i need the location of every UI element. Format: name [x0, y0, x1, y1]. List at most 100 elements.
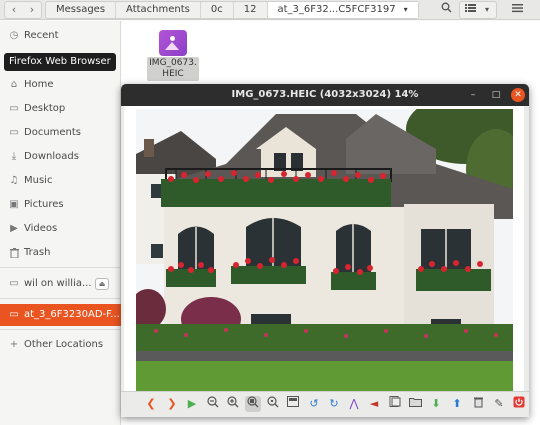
sidebar-item-label: Videos [24, 223, 58, 234]
flip-horizontal-icon: ⋀ [349, 397, 359, 410]
sidebar-item-label: Documents [24, 127, 82, 138]
menu-button[interactable] [507, 2, 527, 18]
flip-vertical-button[interactable]: ◄ [366, 396, 382, 412]
sidebar-item-other-locations[interactable]: + Other Locations [0, 334, 121, 356]
sidebar-item-current-folder[interactable]: ▭ at_3_6F3230AD-F... [0, 304, 121, 326]
download-icon: ⤓ [11, 151, 17, 162]
zoom-original-icon [267, 396, 279, 408]
sidebar-item-trash[interactable]: Trash [0, 242, 121, 264]
sidebar-item-label: at_3_6F3230AD-F... [24, 309, 120, 320]
sidebar-item-music[interactable]: ♫ Music [0, 170, 121, 192]
file-label[interactable]: IMG_0673. HEIC [147, 57, 199, 81]
sidebar-item-desktop[interactable]: ▭ Desktop [0, 98, 121, 120]
zoom-in-button[interactable] [225, 396, 241, 412]
rotate-left-button[interactable]: ↺ [306, 396, 322, 412]
home-icon: ⌂ [10, 79, 18, 90]
sidebar-item-label: Recent [24, 30, 59, 41]
slideshow-button[interactable]: ▶ [184, 396, 200, 412]
breadcrumb-12[interactable]: 12 [234, 2, 268, 18]
hamburger-menu-icon [511, 4, 523, 13]
folder-icon: ▭ [9, 103, 19, 114]
picture-icon: ▣ [9, 199, 19, 210]
forward-button[interactable]: › [23, 2, 41, 18]
chevron-down-icon: ▾ [403, 5, 408, 14]
sidebar-item-videos[interactable]: ▶ Videos [0, 218, 121, 240]
upload-arrow-icon: ⬆ [452, 397, 462, 410]
sidebar-item-pictures[interactable]: ▣ Pictures [0, 194, 121, 216]
tooltip-firefox: Firefox Web Browser [4, 53, 116, 71]
folder-icon [408, 398, 422, 407]
sidebar-item-label: Other Locations [24, 339, 104, 350]
flip-vertical-icon: ◄ [369, 397, 379, 410]
breadcrumb-current-label: at_3_6F32...C5FCF3197 [277, 4, 396, 15]
viewer-titlebar[interactable]: IMG_0673.HEIC (4032x3024) 14% – □ ✕ [121, 84, 529, 106]
wrench-icon: ✎ [494, 397, 504, 410]
rotate-left-icon: ↺ [309, 397, 319, 410]
viewer-toolbar: ❮ ❯ ▶ ↺ ↻ ⋀ ◄ ⬇ ⬆ ✎ [121, 391, 529, 417]
header-bar: ‹ › Messages Attachments 0c 12 at_3_6F32… [0, 0, 540, 20]
rotate-right-icon: ↻ [329, 397, 339, 410]
sidebar-item-network-drive[interactable]: ▭ wil on willia... ⏏ [0, 273, 121, 295]
fit-to-window-button[interactable] [245, 396, 261, 412]
image-viewer-window: IMG_0673.HEIC (4032x3024) 14% – □ ✕ ❮ ❯ … [121, 84, 529, 417]
rotate-right-button[interactable]: ↻ [326, 396, 342, 412]
sidebar-item-documents[interactable]: ▭ Documents [0, 122, 121, 144]
fullscreen-button[interactable] [285, 396, 301, 412]
zoom-fit-icon [247, 396, 259, 408]
breadcrumb-messages[interactable]: Messages [46, 2, 117, 18]
sidebar-item-label: wil on willia... [24, 278, 92, 289]
chevron-down-icon: ▾ [484, 5, 489, 14]
flip-horizontal-button[interactable]: ⋀ [346, 396, 362, 412]
eject-button[interactable]: ⏏ [95, 278, 109, 290]
export-button[interactable]: ⬆ [449, 396, 465, 412]
fullscreen-icon [287, 396, 299, 407]
sidebar-item-label: Home [24, 79, 54, 90]
breadcrumb: Messages Attachments 0c 12 at_3_6F32...C… [45, 1, 419, 19]
photo-house [136, 109, 513, 391]
breadcrumb-attachments[interactable]: Attachments [116, 2, 201, 18]
sidebar-item-downloads[interactable]: ⤓ Downloads [0, 146, 121, 168]
file-name-line1: IMG_0673. [149, 58, 197, 68]
view-options-button[interactable]: ▾ [477, 2, 497, 18]
sidebar-item-home[interactable]: ⌂ Home [0, 74, 121, 96]
maximize-button[interactable]: □ [489, 88, 503, 102]
quit-button[interactable] [511, 396, 527, 412]
chevron-left-icon: ❮ [146, 397, 156, 410]
settings-button[interactable]: ✎ [491, 396, 507, 412]
clock-icon: ◷ [9, 30, 19, 41]
folder-icon: ▭ [9, 127, 19, 138]
previous-image-button[interactable]: ❮ [143, 396, 159, 412]
file-name-line2: HEIC [162, 69, 184, 79]
open-file-button[interactable] [387, 396, 403, 412]
open-folder-button[interactable] [407, 396, 423, 412]
trash-icon [473, 397, 483, 408]
zoom-out-button[interactable] [205, 396, 221, 412]
breadcrumb-0c[interactable]: 0c [201, 2, 234, 18]
open-file-icon [389, 396, 401, 407]
sidebar-separator [0, 267, 121, 268]
breadcrumb-current-folder[interactable]: at_3_6F32...C5FCF3197 ▾ [267, 2, 418, 18]
music-icon: ♫ [9, 175, 19, 186]
sidebar-item-label: Music [24, 175, 53, 186]
image-canvas[interactable] [124, 106, 524, 391]
next-image-button[interactable]: ❯ [164, 396, 180, 412]
save-button[interactable]: ⬇ [428, 396, 444, 412]
power-icon [513, 396, 525, 408]
delete-button[interactable] [470, 396, 486, 412]
folder-icon: ▭ [9, 309, 19, 320]
play-icon: ▶ [187, 397, 197, 410]
search-button[interactable] [436, 2, 456, 18]
plus-icon: + [9, 339, 19, 350]
close-button[interactable]: ✕ [511, 88, 525, 102]
minimize-button[interactable]: – [466, 88, 480, 102]
trash-icon [8, 242, 20, 267]
original-size-button[interactable] [265, 396, 281, 412]
sidebar-item-recent[interactable]: ◷ Recent [0, 25, 121, 47]
image-file-icon[interactable] [159, 30, 187, 56]
video-icon: ▶ [10, 223, 18, 234]
network-drive-icon: ▭ [9, 278, 19, 289]
list-view-icon [464, 4, 476, 12]
sidebar-separator [0, 298, 121, 299]
sidebar-item-label: Downloads [24, 151, 79, 162]
back-button[interactable]: ‹ [5, 2, 23, 18]
